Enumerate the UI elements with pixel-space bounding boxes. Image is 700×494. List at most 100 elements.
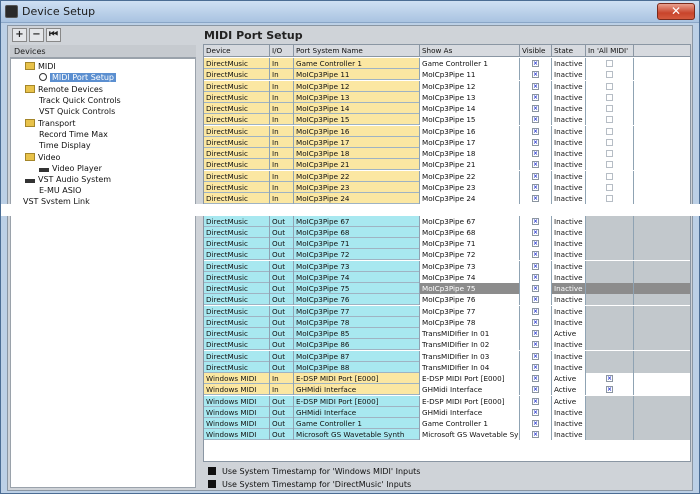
table-row[interactable]: DirectMusic In MoICp3Pipe 16 MoICp3Pipe 16 ×… <box>204 125 690 137</box>
option-timestamp-directmusic[interactable]: Use System Timestamp for 'DirectMusic' I… <box>208 479 411 491</box>
visible-cell[interactable]: × <box>520 159 552 171</box>
visible-cell[interactable]: × <box>520 418 552 429</box>
tree-item[interactable]: Record Time Max <box>39 129 108 140</box>
checkbox-icon[interactable] <box>606 93 613 101</box>
visible-cell[interactable]: × <box>520 193 552 204</box>
checkbox-icon[interactable]: × <box>532 127 539 135</box>
visible-cell[interactable]: × <box>520 80 552 92</box>
show-cell[interactable]: MoICp3Pipe 17 <box>420 136 520 148</box>
checkbox-icon[interactable]: × <box>532 71 539 79</box>
show-cell[interactable]: TransMIDIfier In 02 <box>420 339 520 351</box>
show-cell[interactable]: Game Controller 1 <box>420 418 520 429</box>
visible-cell[interactable]: × <box>520 429 552 441</box>
table-row[interactable]: DirectMusic In MoICp3Pipe 11 MoICp3Pipe 11 ×… <box>204 69 690 81</box>
show-cell[interactable]: MoICp3Pipe 67 <box>420 215 520 227</box>
checkbox-icon[interactable]: × <box>532 217 539 225</box>
table-row[interactable]: DirectMusic Out MoICp3Pipe 73 MoICp3Pipe 73… <box>204 260 690 272</box>
show-cell[interactable]: MoICp3Pipe 24 <box>420 193 520 204</box>
visible-cell[interactable]: × <box>520 148 552 159</box>
visible-cell[interactable]: × <box>520 373 552 384</box>
checkbox-icon[interactable] <box>606 105 613 112</box>
tree-item[interactable]: Track Quick Controls <box>39 95 121 106</box>
show-cell[interactable]: MoICp3Pipe 71 <box>420 238 520 249</box>
table-row[interactable]: Windows MIDI Out Microsoft GS Wavetable Sy… <box>204 429 690 441</box>
show-cell[interactable]: MoICp3Pipe 18 <box>420 148 520 159</box>
checkbox-icon[interactable]: × <box>532 420 539 427</box>
tree-item[interactable]: Transport <box>25 118 76 129</box>
checkbox-icon[interactable]: × <box>532 375 539 382</box>
checkbox-icon[interactable] <box>606 138 613 146</box>
column-header[interactable]: In 'All MIDI' <box>586 45 634 57</box>
show-cell[interactable]: MoICp3Pipe 16 <box>420 125 520 137</box>
tree-item[interactable]: Video Player <box>39 163 102 174</box>
visible-cell[interactable]: × <box>520 395 552 407</box>
table-row[interactable]: Windows MIDI Out E-DSP MIDI Port [E000] E-D… <box>204 395 690 407</box>
checkbox-icon[interactable]: × <box>606 375 613 382</box>
checkbox-icon[interactable]: × <box>532 352 539 360</box>
visible-cell[interactable]: × <box>520 271 552 283</box>
all-midi-cell[interactable] <box>586 181 634 193</box>
visible-cell[interactable]: × <box>520 249 552 261</box>
table-row[interactable]: DirectMusic Out MoICp3Pipe 77 MoICp3Pipe 77… <box>204 305 690 317</box>
visible-cell[interactable]: × <box>520 215 552 227</box>
checkbox-icon[interactable]: × <box>532 363 539 371</box>
checkbox-icon[interactable]: × <box>532 93 539 101</box>
table-row[interactable]: DirectMusic Out MoICp3Pipe 76 MoICp3Pipe 76… <box>204 294 690 306</box>
table-row[interactable]: DirectMusic In Game Controller 1 Game Contr… <box>204 58 690 70</box>
show-cell[interactable]: MoICp3Pipe 23 <box>420 181 520 193</box>
all-midi-cell[interactable] <box>586 103 634 114</box>
table-row[interactable]: DirectMusic Out MoICp3Pipe 67 MoICp3Pipe 67… <box>204 215 690 227</box>
column-header[interactable]: Show As <box>420 45 520 57</box>
checkbox-icon[interactable]: × <box>532 262 539 270</box>
checkbox-icon[interactable]: × <box>532 150 539 157</box>
all-midi-cell[interactable]: × <box>586 384 634 396</box>
show-cell[interactable]: MoICp3Pipe 13 <box>420 91 520 103</box>
table-row[interactable]: Windows MIDI In E-DSP MIDI Port [E000] E-DS… <box>204 373 690 385</box>
table-row[interactable]: DirectMusic In MoICp3Pipe 23 MoICp3Pipe 23 ×… <box>204 181 690 193</box>
table-row[interactable]: DirectMusic Out MoICp3Pipe 88 TransMIDIfier… <box>204 361 690 373</box>
visible-cell[interactable]: × <box>520 91 552 103</box>
show-cell[interactable]: TransMIDIfier In 01 <box>420 328 520 339</box>
all-midi-cell[interactable] <box>586 316 634 328</box>
all-midi-cell[interactable] <box>586 226 634 238</box>
all-midi-cell[interactable] <box>586 271 634 283</box>
checkbox-icon[interactable]: × <box>532 105 539 112</box>
show-cell[interactable]: MoICp3Pipe 75 <box>420 283 520 294</box>
visible-cell[interactable]: × <box>520 361 552 373</box>
checkbox-icon[interactable]: × <box>532 116 539 124</box>
tree-item[interactable]: MIDI Port Setup <box>39 72 117 83</box>
checkbox-icon[interactable]: × <box>532 408 539 416</box>
all-midi-cell[interactable] <box>586 260 634 272</box>
checkbox-icon[interactable]: × <box>532 397 539 405</box>
show-cell[interactable]: E-DSP MIDI Port [E000] <box>420 395 520 407</box>
table-row[interactable]: DirectMusic In MoICp3Pipe 17 MoICp3Pipe 17 ×… <box>204 136 690 148</box>
tree-item[interactable]: VST Audio System <box>25 174 111 185</box>
visible-cell[interactable]: × <box>520 260 552 272</box>
all-midi-cell[interactable] <box>586 80 634 92</box>
visible-cell[interactable]: × <box>520 181 552 193</box>
show-cell[interactable]: GHMidi Interface <box>420 384 520 396</box>
visible-cell[interactable]: × <box>520 283 552 294</box>
visible-cell[interactable]: × <box>520 328 552 339</box>
show-cell[interactable]: MoICp3Pipe 76 <box>420 294 520 306</box>
checkbox-icon[interactable] <box>606 82 613 90</box>
table-row[interactable]: DirectMusic In MoICp3Pipe 12 MoICp3Pipe 12 ×… <box>204 80 690 92</box>
add-device-button[interactable]: + <box>12 28 27 42</box>
all-midi-cell[interactable] <box>586 91 634 103</box>
checkbox-icon[interactable]: × <box>532 386 539 394</box>
checkbox-icon[interactable]: × <box>532 431 539 439</box>
checkbox-icon[interactable] <box>606 60 613 67</box>
all-midi-cell[interactable] <box>586 339 634 351</box>
all-midi-cell[interactable] <box>586 429 634 441</box>
checkbox-icon[interactable]: × <box>532 161 539 169</box>
all-midi-cell[interactable] <box>586 283 634 294</box>
column-header[interactable]: I/O <box>270 45 294 57</box>
show-cell[interactable]: MoICp3Pipe 14 <box>420 103 520 114</box>
table-row[interactable]: DirectMusic Out MoICp3Pipe 87 TransMIDIfier… <box>204 350 690 362</box>
all-midi-cell[interactable] <box>586 249 634 261</box>
table-row[interactable]: DirectMusic Out MoICp3Pipe 78 MoICp3Pipe 78… <box>204 316 690 328</box>
show-cell[interactable]: MoICp3Pipe 21 <box>420 159 520 171</box>
checkbox-icon[interactable]: × <box>532 296 539 304</box>
checkbox-icon[interactable]: × <box>532 183 539 191</box>
show-cell[interactable]: MoICp3Pipe 78 <box>420 316 520 328</box>
